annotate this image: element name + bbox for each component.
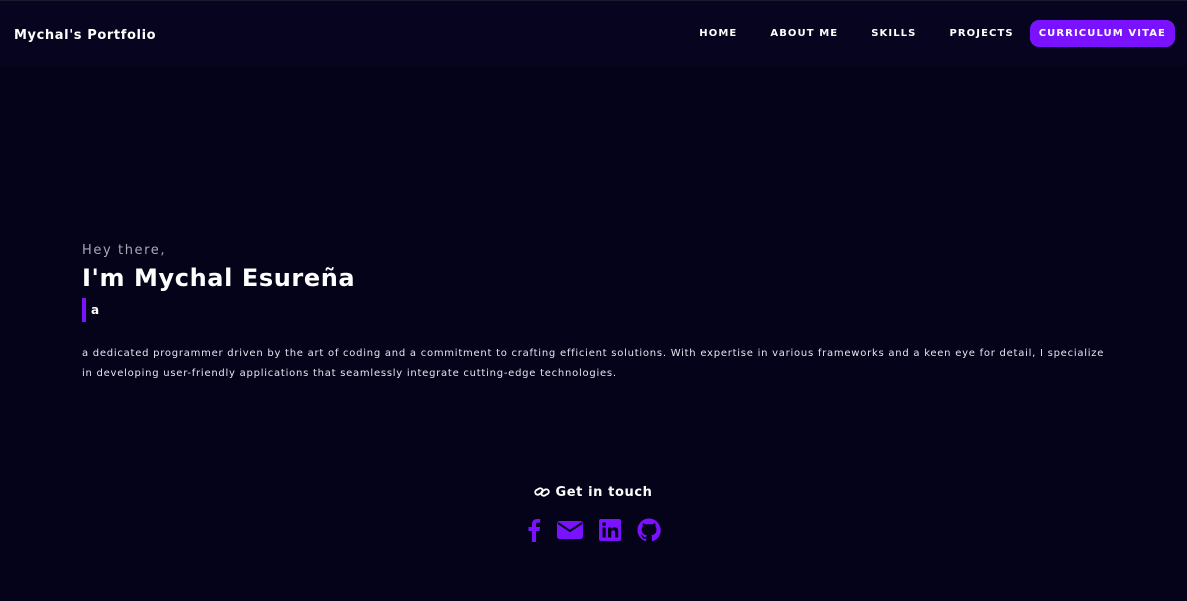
- nav-links: HOME ABOUT ME SKILLS PROJECTS CURRICULUM…: [699, 20, 1175, 47]
- greeting-text: Hey there,: [82, 243, 167, 258]
- bio-paragraph: a dedicated programmer driven by the art…: [82, 348, 1105, 379]
- nav-link-skills[interactable]: SKILLS: [871, 20, 916, 47]
- contact-section: Get in touch: [0, 483, 1187, 542]
- nav-link-home[interactable]: HOME: [699, 20, 737, 47]
- hero-section: Hey there, I'm Mychal Esureña a a dedica…: [82, 243, 1112, 384]
- contact-heading: Get in touch: [534, 485, 652, 500]
- linkedin-icon[interactable]: [598, 519, 621, 541]
- typing-cursor: [82, 298, 86, 322]
- navbar: Mychal's Portfolio HOME ABOUT ME SKILLS …: [0, 0, 1187, 66]
- email-icon[interactable]: [556, 520, 583, 540]
- social-links: [0, 518, 1187, 542]
- facebook-icon[interactable]: [527, 518, 541, 542]
- typed-line: a: [82, 298, 1112, 322]
- contact-heading-text: Get in touch: [555, 484, 653, 500]
- curriculum-vitae-button[interactable]: CURRICULUM VITAE: [1029, 20, 1175, 47]
- hero-name: I'm Mychal Esureña: [82, 264, 356, 292]
- brand-logo[interactable]: Mychal's Portfolio: [14, 28, 156, 43]
- typed-text: a: [91, 303, 100, 317]
- nav-link-about-me[interactable]: ABOUT ME: [770, 20, 838, 47]
- link-icon: [534, 486, 551, 498]
- github-icon[interactable]: [637, 518, 661, 542]
- nav-link-projects[interactable]: PROJECTS: [949, 20, 1013, 47]
